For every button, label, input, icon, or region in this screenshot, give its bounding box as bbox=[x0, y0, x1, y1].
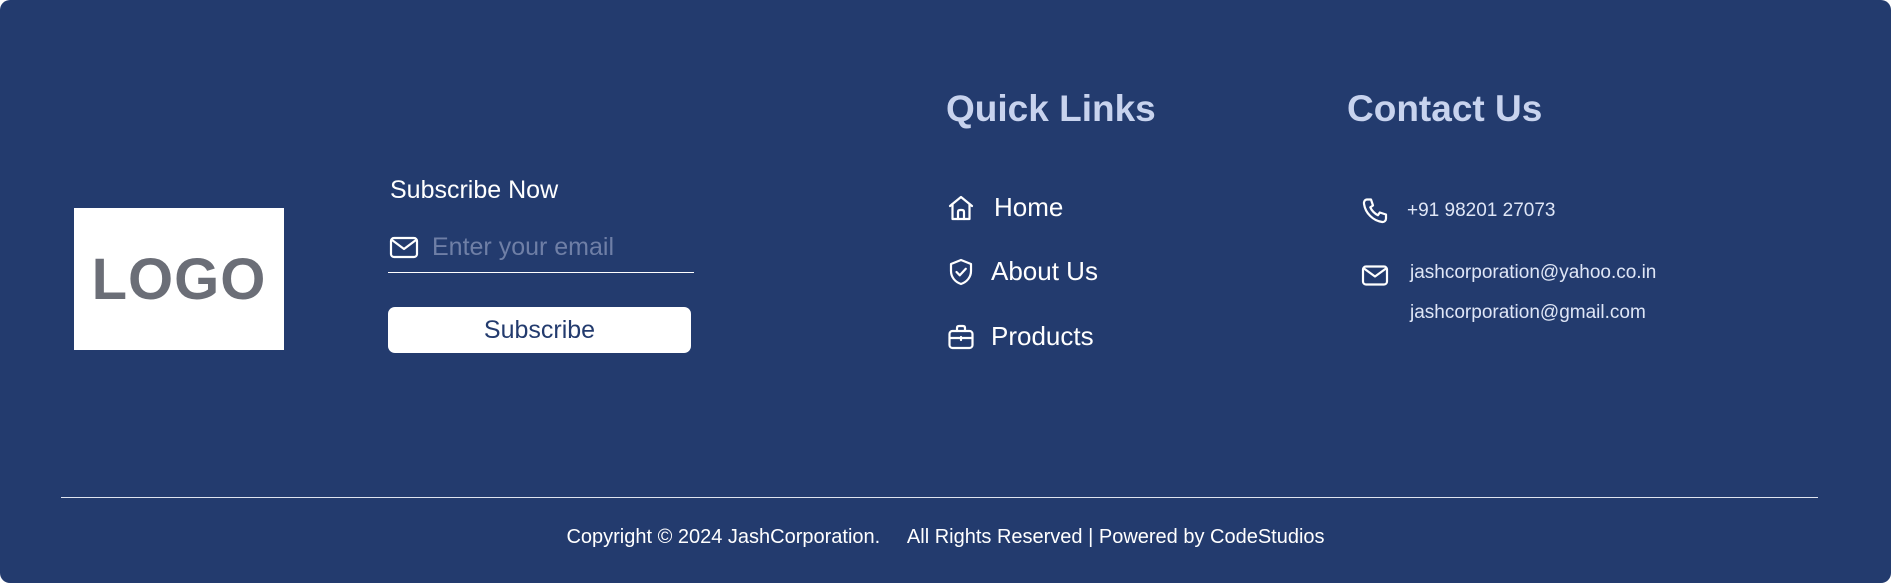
phone-icon bbox=[1360, 196, 1390, 226]
footer-divider bbox=[61, 497, 1818, 498]
quick-link-about[interactable]: About Us bbox=[946, 256, 1098, 287]
briefcase-icon bbox=[946, 322, 976, 352]
email-input[interactable] bbox=[430, 231, 684, 263]
quick-link-products-label: Products bbox=[991, 321, 1094, 351]
home-icon bbox=[946, 193, 976, 223]
quick-links-heading: Quick Links bbox=[946, 88, 1156, 129]
contact-heading: Contact Us bbox=[1347, 88, 1543, 129]
site-footer: LOGO Subscribe Now Subscribe Quick Links… bbox=[0, 0, 1891, 583]
logo[interactable]: LOGO bbox=[74, 208, 284, 350]
contact-phone[interactable]: +91 98201 27073 bbox=[1407, 200, 1555, 222]
envelope-icon bbox=[1360, 260, 1390, 290]
envelope-icon bbox=[388, 231, 420, 263]
subscribe-button[interactable]: Subscribe bbox=[388, 307, 691, 353]
quick-link-home-label: Home bbox=[994, 192, 1064, 222]
shield-check-icon bbox=[946, 257, 976, 287]
logo-text: LOGO bbox=[91, 246, 267, 312]
quick-link-about-label: About Us bbox=[991, 256, 1098, 286]
subscribe-title: Subscribe Now bbox=[390, 176, 559, 204]
quick-link-home[interactable]: Home bbox=[946, 192, 1063, 223]
contact-email-gmail[interactable]: jashcorporation@gmail.com bbox=[1410, 302, 1646, 324]
copyright-text: Copyright © 2024 JashCorporation. All Ri… bbox=[566, 526, 1325, 548]
contact-email-yahoo[interactable]: jashcorporation@yahoo.co.in bbox=[1410, 262, 1656, 284]
quick-link-products[interactable]: Products bbox=[946, 321, 1094, 352]
email-field-row bbox=[388, 231, 694, 273]
